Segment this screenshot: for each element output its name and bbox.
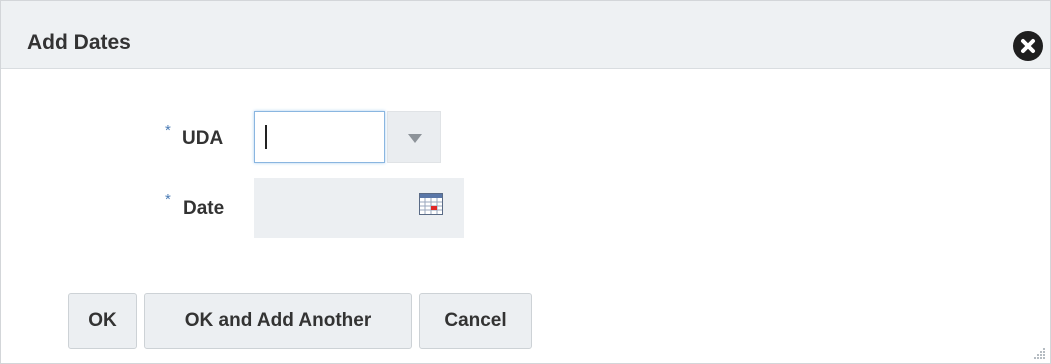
uda-label: UDA (182, 128, 224, 149)
uda-dropdown-button[interactable] (387, 111, 441, 163)
uda-input[interactable] (254, 111, 385, 163)
cancel-button[interactable]: Cancel (419, 293, 532, 349)
text-caret (265, 125, 267, 149)
date-required-marker: * (165, 191, 171, 208)
uda-required-marker: * (165, 122, 171, 139)
calendar-icon[interactable] (419, 193, 443, 215)
ok-button[interactable]: OK (68, 293, 137, 349)
dialog-title: Add Dates (27, 31, 131, 54)
add-dates-dialog: Add Dates * UDA * Date OK OK and Add Ano… (0, 0, 1051, 364)
triangle-down-icon (408, 134, 422, 143)
ok-and-add-another-button[interactable]: OK and Add Another (144, 293, 412, 349)
close-icon[interactable] (1013, 31, 1043, 61)
resize-grip-icon[interactable] (1034, 347, 1046, 359)
dialog-titlebar: Add Dates (1, 1, 1050, 69)
date-label: Date (183, 198, 225, 219)
